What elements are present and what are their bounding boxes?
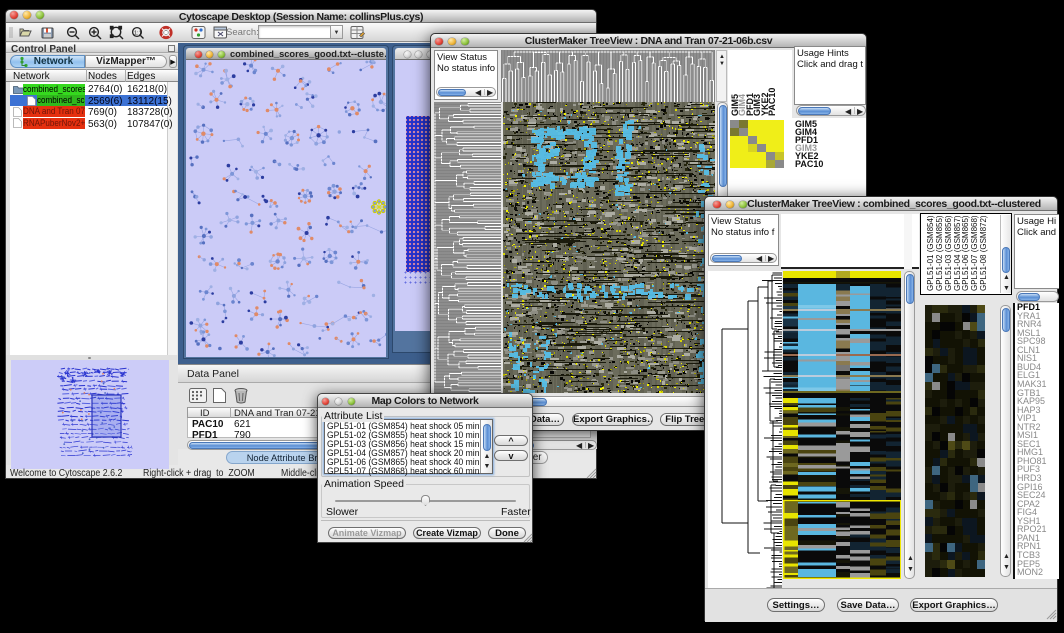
svg-text:1:1: 1:1 bbox=[134, 30, 142, 36]
